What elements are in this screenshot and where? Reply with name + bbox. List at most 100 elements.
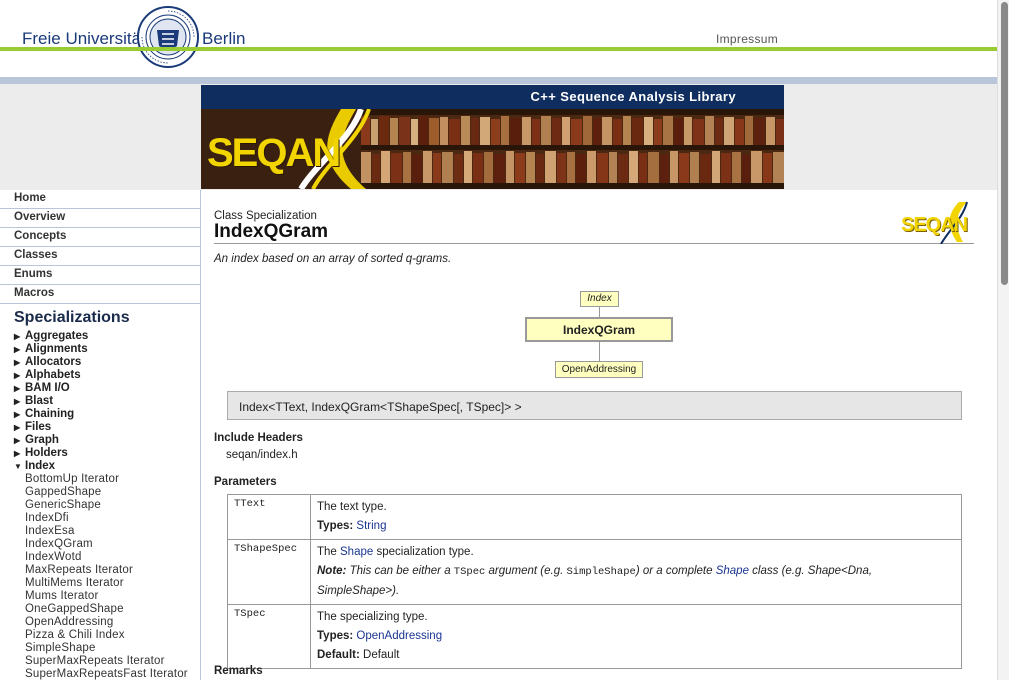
note-code-simpleshape: SimpleShape	[566, 566, 636, 578]
tree-leaf-indexqgram[interactable]: IndexQGram	[25, 538, 200, 551]
param-name: TText	[227, 494, 311, 540]
nav-overview[interactable]: Overview	[0, 209, 200, 228]
page-summary: An index based on an array of sorted q-g…	[214, 253, 452, 265]
type-link-openaddressing[interactable]: OpenAddressing	[356, 630, 442, 642]
nav-classes[interactable]: Classes	[0, 247, 200, 266]
scrollbar-thumb[interactable]	[1001, 2, 1008, 285]
main-content: Class Specialization IndexQGram SEQAN An…	[201, 190, 997, 680]
collapsed-triangle-icon: ▶	[14, 423, 21, 432]
inheritance-connector	[599, 342, 600, 361]
tree-item-index[interactable]: ▼ Index	[14, 460, 200, 473]
param-desc-text: The text type.	[317, 501, 387, 513]
seqan-small-logo: SEQAN	[901, 200, 973, 245]
remarks-heading: Remarks	[214, 665, 263, 677]
param-desc-text: The specializing type.	[317, 611, 428, 623]
shape-link[interactable]: Shape	[716, 565, 749, 577]
param-types-line: Types: OpenAddressing	[317, 627, 955, 646]
collapsed-triangle-icon: ▶	[14, 358, 21, 367]
seqan-banner: C++ Sequence Analysis Library SEQAN	[201, 85, 784, 189]
tree-leaf-mums-iterator[interactable]: Mums Iterator	[25, 590, 200, 603]
tree-item-blast[interactable]: ▶ Blast	[14, 395, 200, 408]
shape-link[interactable]: Shape	[340, 546, 373, 558]
university-header: Freie Universität Berlin Impressum	[0, 0, 997, 84]
tree-item-files[interactable]: ▶ Files	[14, 421, 200, 434]
banner-library-image: SEQAN	[201, 109, 784, 189]
parameters-heading: Parameters	[214, 476, 277, 488]
tree-leaf-indexdfi[interactable]: IndexDfi	[25, 512, 200, 525]
tree-leaf-supermaxrepeatsfast-iterator[interactable]: SuperMaxRepeatsFast Iterator	[25, 668, 200, 680]
university-seal-icon[interactable]	[137, 6, 199, 68]
parameters-table: TText The text type. Types: String TShap…	[227, 494, 962, 669]
nav-macros[interactable]: Macros	[0, 285, 200, 304]
page-title: IndexQGram	[214, 221, 329, 242]
include-file: seqan/index.h	[226, 449, 298, 461]
types-label: Types:	[317, 630, 354, 642]
nav-home[interactable]: Home	[0, 190, 200, 209]
impressum-link[interactable]: Impressum	[716, 32, 778, 46]
vertical-scrollbar[interactable]	[997, 0, 1009, 680]
tree-leaf-supermaxrepeats-iterator[interactable]: SuperMaxRepeats Iterator	[25, 655, 200, 668]
collapsed-triangle-icon: ▶	[14, 436, 21, 445]
param-types-line: Types: String	[317, 517, 955, 536]
nav-concepts[interactable]: Concepts	[0, 228, 200, 247]
fu-wordmark-right: Berlin	[202, 29, 246, 48]
tree-item-chaining[interactable]: ▶ Chaining	[14, 408, 200, 421]
default-value: Default	[363, 649, 400, 661]
tree-item-graph[interactable]: ▶ Graph	[14, 434, 200, 447]
tree-item-aggregates[interactable]: ▶ Aggregates	[14, 330, 200, 343]
fu-wordmark-left: Freie Universität	[22, 29, 146, 48]
table-row: TSpec The specializing type. Types: Open…	[227, 604, 962, 669]
signature-box: Index<TText, IndexQGram<TShapeSpec[, TSp…	[227, 391, 962, 420]
tree-leaf-indexwotd[interactable]: IndexWotd	[25, 551, 200, 564]
tree-item-alphabets[interactable]: ▶ Alphabets	[14, 369, 200, 382]
tree-leaf-bottomup-iterator[interactable]: BottomUp Iterator	[25, 473, 200, 486]
table-row: TShapeSpec The Shape specialization type…	[227, 539, 962, 605]
param-description: The Shape specialization type. Note: Thi…	[310, 539, 962, 605]
param-default-line: Default: Default	[317, 646, 955, 665]
param-name: TSpec	[227, 604, 311, 669]
param-description: The text type. Types: String	[310, 494, 962, 540]
tree-leaf-onegappedshape[interactable]: OneGappedShape	[25, 603, 200, 616]
specializations-tree: ▶ Aggregates ▶ Alignments ▶ Allocators ▶ Alp…	[0, 330, 200, 680]
collapsed-triangle-icon: ▶	[14, 449, 21, 458]
note-label: Note:	[317, 565, 347, 577]
tree-item-alignments[interactable]: ▶ Alignments	[14, 343, 200, 356]
param-description: The specializing type. Types: OpenAddres…	[310, 604, 962, 669]
inheritance-child-openaddressing[interactable]: OpenAddressing	[555, 361, 643, 378]
table-row: TText The text type. Types: String	[227, 494, 962, 540]
collapsed-triangle-icon: ▶	[14, 371, 21, 380]
tree-leaf-gappedshape[interactable]: GappedShape	[25, 486, 200, 499]
header-green-rule	[0, 47, 997, 51]
collapsed-triangle-icon: ▶	[14, 345, 21, 354]
expanded-triangle-icon: ▼	[14, 462, 22, 471]
tree-leaf-genericshape[interactable]: GenericShape	[25, 499, 200, 512]
inheritance-parent-index[interactable]: Index	[580, 291, 619, 307]
inheritance-self-indexqgram: IndexQGram	[525, 317, 673, 342]
tree-leaf-maxrepeats-iterator[interactable]: MaxRepeats Iterator	[25, 564, 200, 577]
collapsed-triangle-icon: ▶	[14, 397, 21, 406]
inheritance-connector	[599, 307, 600, 317]
tree-leaf-simpleshape[interactable]: SimpleShape	[25, 642, 200, 655]
sidebar: Home Overview Concepts Classes Enums Mac…	[0, 190, 201, 680]
nav-enums[interactable]: Enums	[0, 266, 200, 285]
include-headers-heading: Include Headers	[214, 432, 303, 444]
seqan-logo: SEQAN	[207, 131, 341, 175]
tree-item-holders[interactable]: ▶ Holders	[14, 447, 200, 460]
default-label: Default:	[317, 649, 360, 661]
index-children: BottomUp Iterator GappedShape GenericSha…	[14, 473, 200, 680]
tree-leaf-indexesa[interactable]: IndexEsa	[25, 525, 200, 538]
tree-item-bam-io[interactable]: ▶ BAM I/O	[14, 382, 200, 395]
tree-item-allocators[interactable]: ▶ Allocators	[14, 356, 200, 369]
tree-leaf-openaddressing[interactable]: OpenAddressing	[25, 616, 200, 629]
header-blue-rule	[0, 77, 997, 84]
collapsed-triangle-icon: ▶	[14, 384, 21, 393]
param-note: Note: This can be either a TSpec argumen…	[317, 565, 873, 597]
param-name: TShapeSpec	[227, 539, 311, 605]
banner-tagline: C++ Sequence Analysis Library	[201, 85, 784, 109]
tree-leaf-pizza-chili-index[interactable]: Pizza & Chili Index	[25, 629, 200, 642]
specializations-heading: Specializations	[14, 309, 130, 326]
param-desc-text: The Shape specialization type.	[317, 546, 474, 558]
type-link-string[interactable]: String	[356, 520, 386, 532]
types-label: Types:	[317, 520, 354, 532]
tree-leaf-multimems-iterator[interactable]: MultiMems Iterator	[25, 577, 200, 590]
